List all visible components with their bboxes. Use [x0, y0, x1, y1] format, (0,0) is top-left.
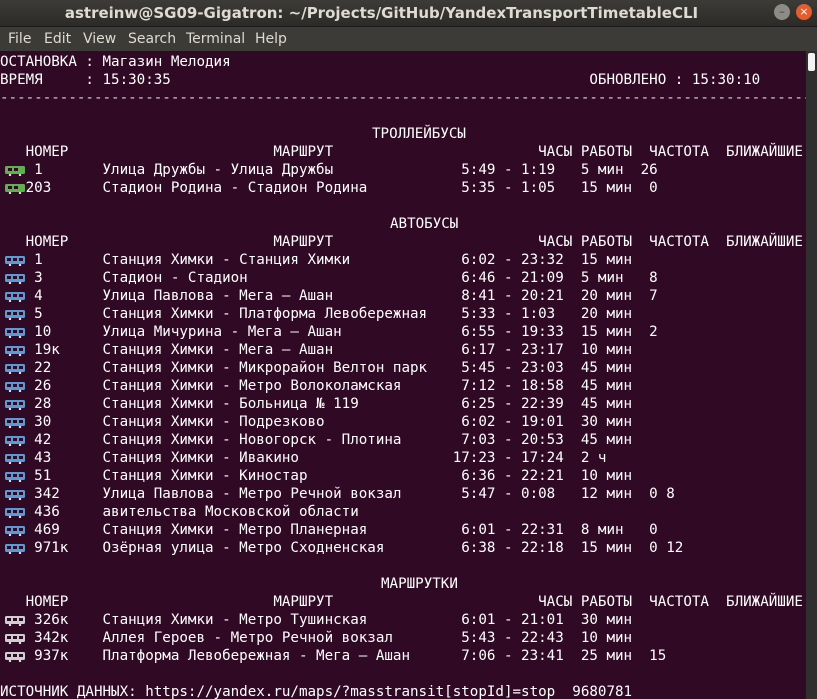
- close-button[interactable]: ×: [796, 4, 812, 20]
- trolleybus-column-headers: НОМЕР МАРШРУТ ЧАСЫ РАБОТЫ ЧАСТОТА БЛИЖАЙ…: [0, 144, 803, 160]
- time-line: ВРЕМЯ : 15:30:35 ОБНОВЛЕНО : 15:30:10: [0, 72, 761, 88]
- bus-row: 26 Станция Химки - Метро Волоколамская 7…: [0, 378, 633, 394]
- bus-row: 10 Улица Мичурина - Мега – Ашан 6:55 - 1…: [0, 324, 658, 340]
- terminal-output[interactable]: ОСТАНОВКА : Магазин Мелодия ВРЕМЯ : 15:3…: [0, 51, 806, 699]
- minibus-row: 342к Аллея Героев - Метро Речной вокзал …: [0, 630, 633, 646]
- bus-row: 51 Станция Химки - Киностар 6:36 - 22:21…: [0, 468, 633, 484]
- window-title: astreinw@SG09-Gigatron: ~/Projects/GitHu…: [64, 4, 699, 22]
- data-source-line: ИСТОЧНИК ДАННЫХ: https://yandex.ru/maps/…: [0, 684, 633, 699]
- minibus-section-title: МАРШРУТКИ: [381, 576, 458, 592]
- bus-column-headers: НОМЕР МАРШРУТ ЧАСЫ РАБОТЫ ЧАСТОТА БЛИЖАЙ…: [0, 234, 803, 250]
- separator-line: ----------------------------------------…: [0, 90, 806, 106]
- bus-row: 436 авительства Московской области: [0, 504, 359, 520]
- minibus-column-headers: НОМЕР МАРШРУТ ЧАСЫ РАБОТЫ ЧАСТОТА БЛИЖАЙ…: [0, 594, 803, 610]
- bus-row: 3 Стадион - Стадион 6:46 - 21:09 5 мин 8: [0, 270, 658, 286]
- bus-row: 22 Станция Химки - Микрорайон Велтон пар…: [0, 360, 633, 376]
- minimize-button[interactable]: –: [774, 4, 790, 20]
- menu-terminal[interactable]: Terminal: [186, 31, 245, 47]
- bus-row: 971к Озёрная улица - Метро Сходненская 6…: [0, 540, 684, 556]
- bus-row: 342 Улица Павлова - Метро Речной вокзал …: [0, 486, 675, 502]
- window-titlebar[interactable]: astreinw@SG09-Gigatron: ~/Projects/GitHu…: [0, 0, 817, 27]
- bus-row: 4 Улица Павлова - Мега – Ашан 8:41 - 20:…: [0, 288, 658, 304]
- menu-search[interactable]: Search: [128, 31, 176, 47]
- bus-row: 43 Станция Химки - Ивакино 17:23 - 17:24…: [0, 450, 607, 466]
- trolleybus-section-title: ТРОЛЛЕЙБУСЫ: [372, 126, 466, 142]
- bus-row: 469 Станция Химки - Метро Планерная 6:01…: [0, 522, 658, 538]
- minibus-row: 326к Станция Химки - Метро Тушинская 6:0…: [0, 612, 633, 628]
- bus-row: 5 Станция Химки - Платформа Левобережная…: [0, 306, 633, 322]
- menu-file[interactable]: File: [8, 31, 31, 47]
- scrollbar[interactable]: [806, 51, 817, 699]
- trolleybus-row: 1 Улица Дружбы - Улица Дружбы 5:49 - 1:1…: [0, 162, 658, 178]
- menu-view[interactable]: View: [83, 31, 116, 47]
- bus-section-title: АВТОБУСЫ: [390, 216, 459, 232]
- menu-help[interactable]: Help: [255, 31, 287, 47]
- bus-row: 1 Станция Химки - Станция Химки 6:02 - 2…: [0, 252, 633, 268]
- scrollbar-thumb[interactable]: [808, 53, 815, 71]
- bus-row: 28 Станция Химки - Больница № 119 6:25 -…: [0, 396, 633, 412]
- bus-row: 30 Станция Химки - Подрезково 6:02 - 19:…: [0, 414, 633, 430]
- stop-name-line: ОСТАНОВКА : Магазин Мелодия: [0, 54, 231, 70]
- bus-row: 19к Станция Химки - Мега – Ашан 6:17 - 2…: [0, 342, 633, 358]
- minibus-row: 937к Платформа Левобережная - Мега – Аша…: [0, 648, 667, 664]
- bus-row: 42 Станция Химки - Новогорск - Плотина 7…: [0, 432, 633, 448]
- trolleybus-row: 203 Стадион Родина - Стадион Родина 5:35…: [0, 180, 658, 196]
- menu-edit[interactable]: Edit: [44, 31, 71, 47]
- menu-bar: File Edit View Search Terminal Help: [0, 27, 817, 51]
